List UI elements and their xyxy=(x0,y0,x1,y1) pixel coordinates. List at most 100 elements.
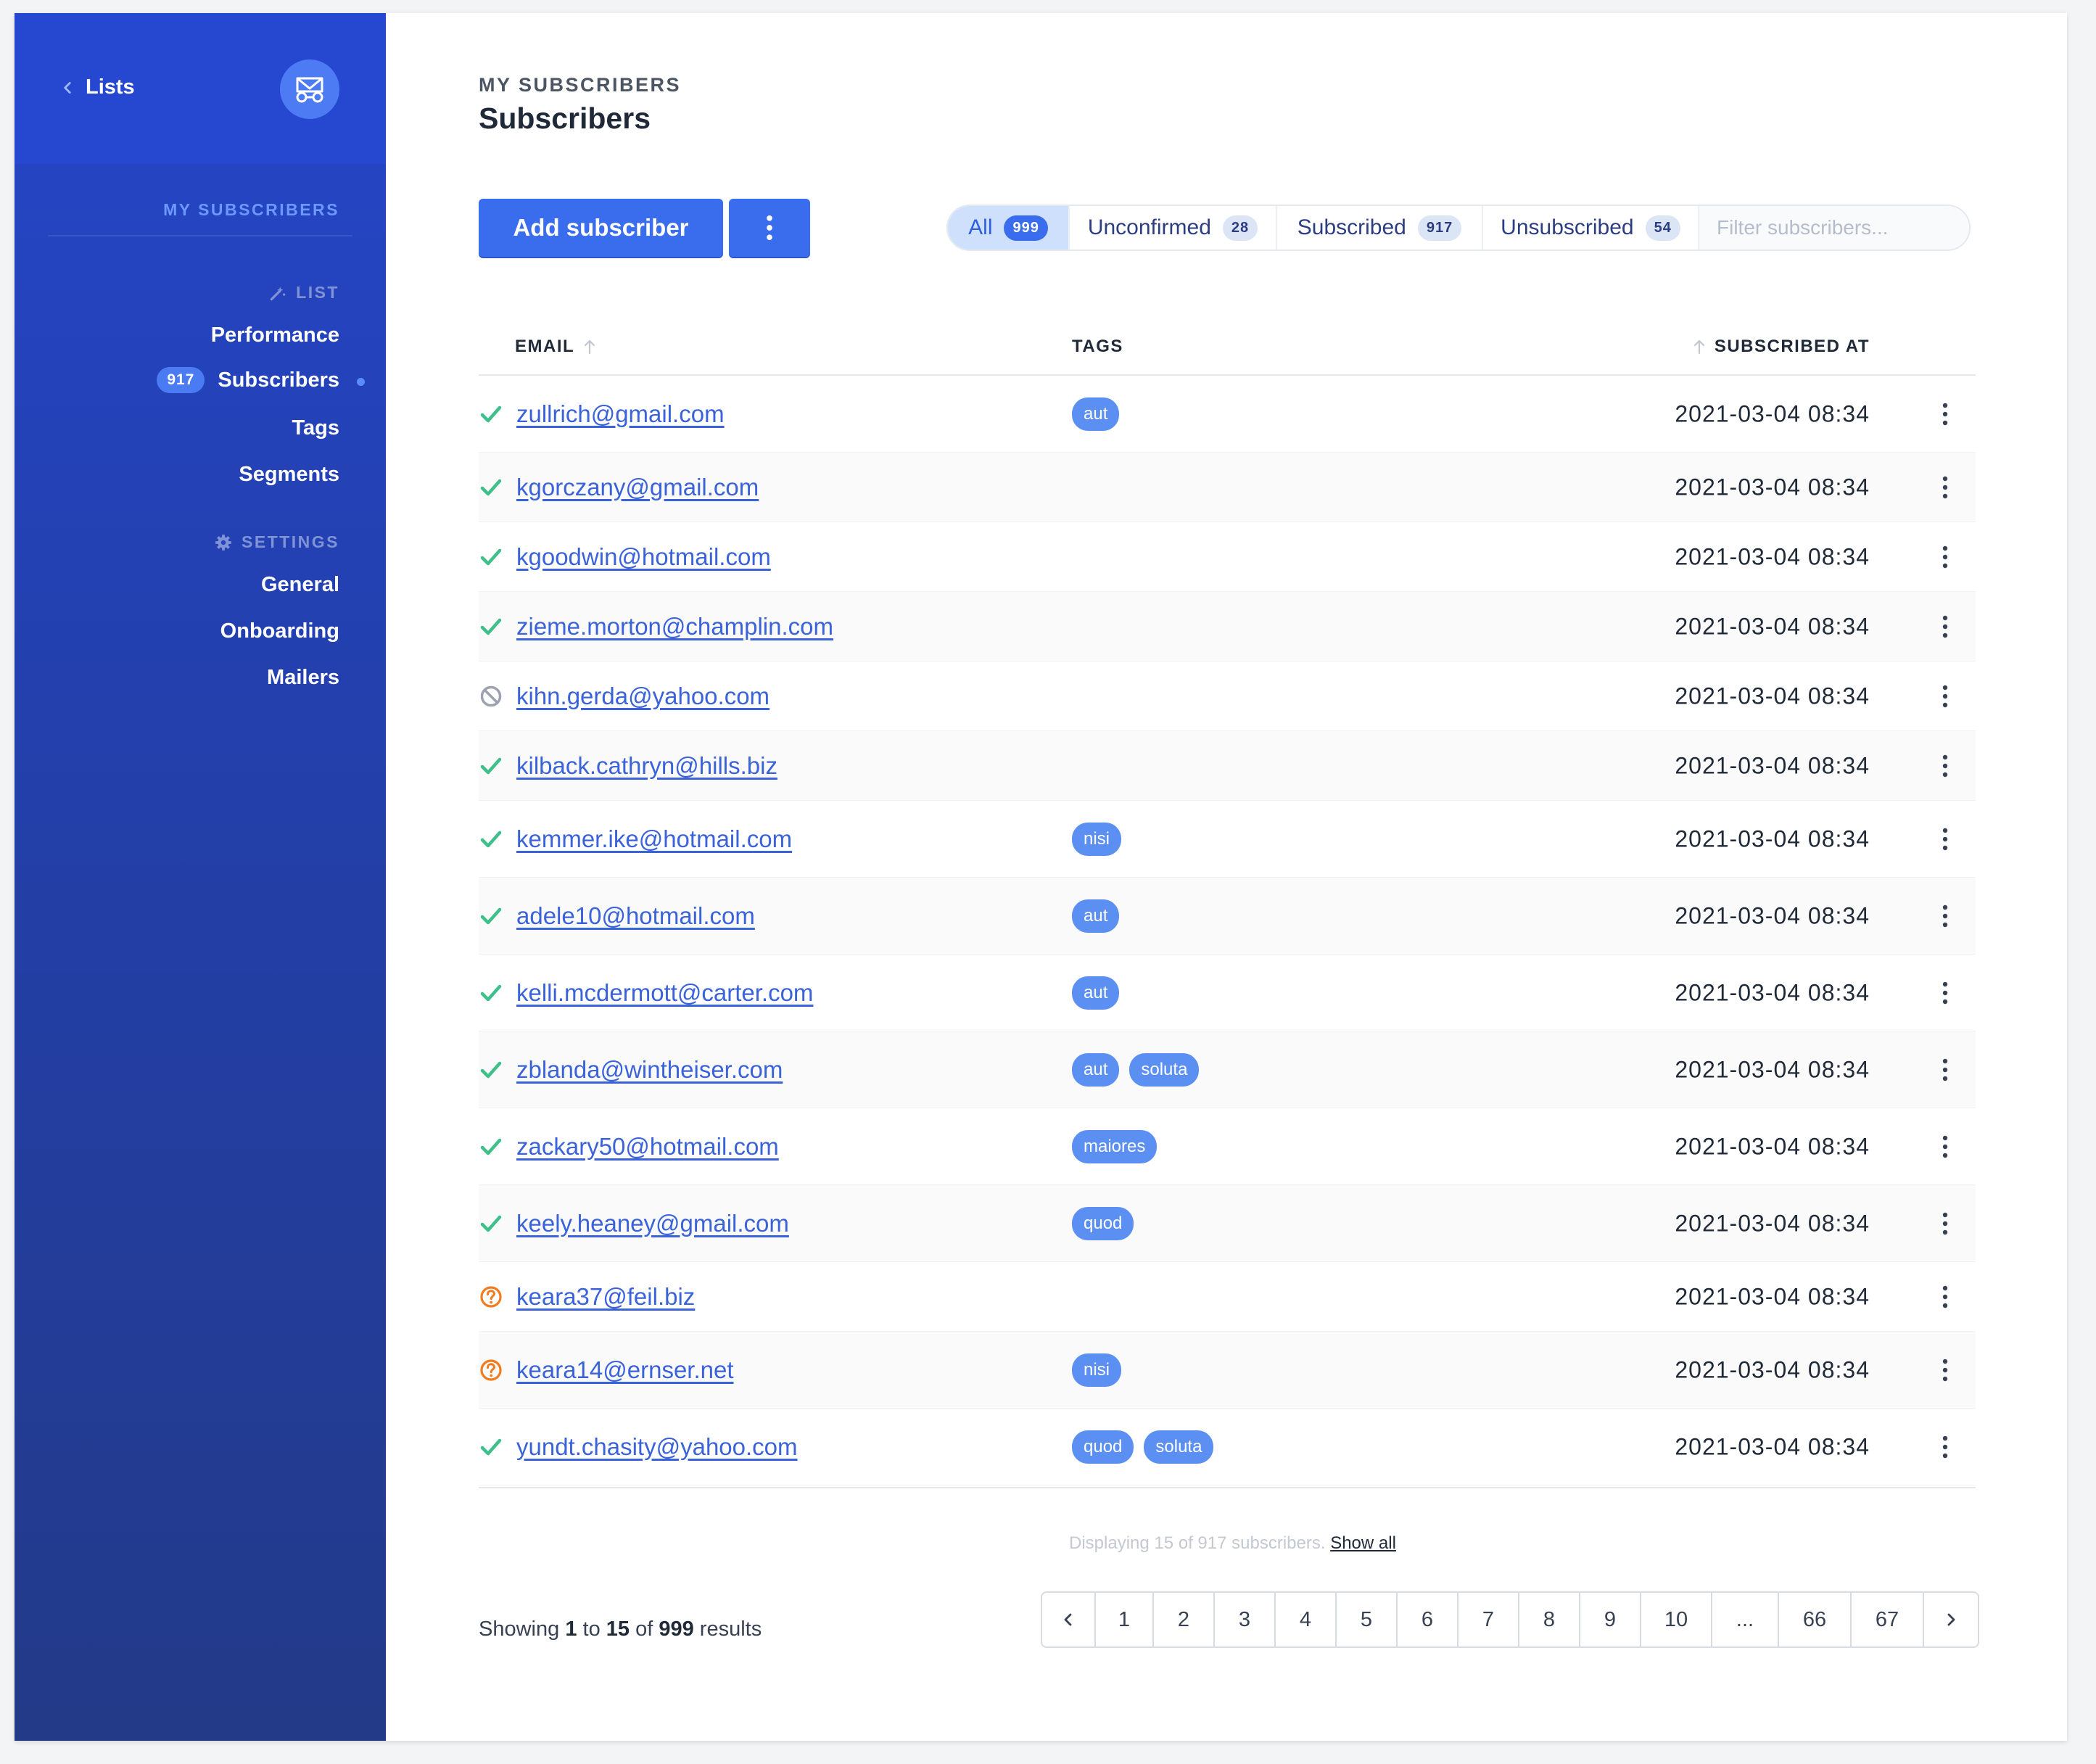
page-button-4[interactable]: 4 xyxy=(1276,1593,1337,1646)
table-row: kilback.cathryn@hills.biz 2021-03-04 08:3… xyxy=(479,731,1976,801)
column-subscribed-at-header[interactable]: SUBSCRIBED AT xyxy=(1691,337,1870,357)
subscriber-email-link[interactable]: kihn.gerda@yahoo.com xyxy=(516,683,770,710)
tag-badge[interactable]: aut xyxy=(1072,397,1120,431)
tag-badge[interactable]: aut xyxy=(1072,976,1120,1010)
vertical-dots-icon xyxy=(1942,981,1949,1005)
sidebar-item-mailers[interactable]: Mailers xyxy=(267,666,339,690)
gear-icon xyxy=(215,534,231,551)
check-icon xyxy=(479,1058,503,1082)
tag-badge[interactable]: aut xyxy=(1072,899,1120,933)
page-button-6[interactable]: 6 xyxy=(1398,1593,1458,1646)
subscriber-email-link[interactable]: zblanda@wintheiser.com xyxy=(516,1056,783,1084)
row-actions-button[interactable] xyxy=(1936,682,1954,711)
check-icon xyxy=(479,1134,503,1159)
row-actions-button[interactable] xyxy=(1936,1433,1954,1462)
tag-badge[interactable]: soluta xyxy=(1144,1430,1214,1464)
page-button-67[interactable]: 67 xyxy=(1852,1593,1924,1646)
tag-list: maiores xyxy=(1072,1129,1158,1163)
subscriber-email-link[interactable]: kelli.mcdermott@carter.com xyxy=(516,979,813,1007)
tag-badge[interactable]: maiores xyxy=(1072,1129,1158,1163)
filter-tab-label: Subscribed xyxy=(1297,215,1406,239)
back-to-lists-link[interactable]: Lists xyxy=(59,75,135,99)
subscriber-email-link[interactable]: zackary50@hotmail.com xyxy=(516,1133,779,1161)
more-actions-button[interactable] xyxy=(729,199,810,257)
page-button-66[interactable]: 66 xyxy=(1779,1593,1852,1646)
page-button-2[interactable]: 2 xyxy=(1154,1593,1215,1646)
subscriber-email-link[interactable]: keara14@ernser.net xyxy=(516,1356,734,1384)
search-box xyxy=(1699,206,1969,250)
subscriber-email-link[interactable]: kilback.cathryn@hills.biz xyxy=(516,752,777,780)
page-button-8[interactable]: 8 xyxy=(1519,1593,1580,1646)
subscriber-email-link[interactable]: zieme.morton@champlin.com xyxy=(516,613,833,640)
row-actions-button[interactable] xyxy=(1936,751,1954,780)
subscribed-at: 2021-03-04 08:34 xyxy=(1675,979,1870,1005)
next-page-button[interactable] xyxy=(1924,1593,1978,1646)
tag-badge[interactable]: soluta xyxy=(1129,1052,1200,1087)
show-all-link[interactable]: Show all xyxy=(1330,1533,1396,1553)
tag-badge[interactable]: quod xyxy=(1072,1206,1134,1240)
row-actions-button[interactable] xyxy=(1936,1132,1954,1161)
filter-tab-all[interactable]: All 999 xyxy=(948,206,1070,250)
sidebar-item-performance[interactable]: Performance xyxy=(211,323,339,347)
ban-icon xyxy=(479,684,503,709)
row-actions-button[interactable] xyxy=(1936,978,1954,1007)
sidebar-item-general[interactable]: General xyxy=(261,573,339,597)
sidebar-divider xyxy=(48,235,352,236)
vertical-dots-icon xyxy=(1942,476,1949,499)
page-button-9[interactable]: 9 xyxy=(1580,1593,1641,1646)
subscriber-email-link[interactable]: keara37@feil.biz xyxy=(516,1283,695,1311)
page-button-3[interactable]: 3 xyxy=(1215,1593,1276,1646)
page-button-7[interactable]: 7 xyxy=(1458,1593,1519,1646)
tag-badge[interactable]: quod xyxy=(1072,1430,1134,1464)
vertical-dots-icon xyxy=(1942,1058,1949,1081)
mailcoach-logo-icon xyxy=(296,77,323,103)
page-button-10[interactable]: 10 xyxy=(1641,1593,1712,1646)
subscriber-email-link[interactable]: adele10@hotmail.com xyxy=(516,902,755,930)
tag-badge[interactable]: nisi xyxy=(1072,822,1122,856)
row-actions-button[interactable] xyxy=(1936,1356,1954,1385)
filter-tab-unsubscribed[interactable]: Unsubscribed 54 xyxy=(1483,206,1699,250)
subscribed-at: 2021-03-04 08:34 xyxy=(1675,752,1870,778)
subscriber-email-link[interactable]: kemmer.ike@hotmail.com xyxy=(516,825,792,853)
page-title: Subscribers xyxy=(479,102,651,135)
subscriber-email-link[interactable]: kgoodwin@hotmail.com xyxy=(516,543,771,571)
add-subscriber-button[interactable]: Add subscriber xyxy=(479,199,723,257)
row-actions-button[interactable] xyxy=(1936,543,1954,572)
sidebar-item-segments[interactable]: Segments xyxy=(239,463,339,487)
vertical-dots-icon xyxy=(1942,754,1949,778)
page-button-1[interactable]: 1 xyxy=(1096,1593,1154,1646)
row-actions-button[interactable] xyxy=(1936,473,1954,502)
sidebar-item-subscribers[interactable]: 917 Subscribers xyxy=(157,367,339,393)
row-actions-button[interactable] xyxy=(1936,1209,1954,1238)
subscriber-email-link[interactable]: keely.heaney@gmail.com xyxy=(516,1210,789,1237)
table-row: zullrich@gmail.com aut 2021-03-04 08:34 xyxy=(479,376,1976,453)
question-circle-icon xyxy=(479,1285,503,1309)
subscribed-at: 2021-03-04 08:34 xyxy=(1675,1356,1870,1382)
tag-list: aut xyxy=(1072,397,1120,431)
row-actions-button[interactable] xyxy=(1936,1055,1954,1084)
search-input[interactable] xyxy=(1717,216,1969,239)
filter-tab-unconfirmed[interactable]: Unconfirmed 28 xyxy=(1070,206,1277,250)
row-actions-button[interactable] xyxy=(1936,400,1954,429)
subscribers-table-body: zullrich@gmail.com aut 2021-03-04 08:34 kgo… xyxy=(479,376,1976,1485)
prev-page-button[interactable] xyxy=(1042,1593,1096,1646)
table-row: kihn.gerda@yahoo.com 2021-03-04 08:34 xyxy=(479,662,1976,731)
row-actions-button[interactable] xyxy=(1936,902,1954,931)
row-actions-button[interactable] xyxy=(1936,1282,1954,1311)
subscriber-email-link[interactable]: zullrich@gmail.com xyxy=(516,400,725,428)
row-actions-button[interactable] xyxy=(1936,825,1954,854)
sidebar-item-tags[interactable]: Tags xyxy=(292,416,339,440)
subscriber-email-link[interactable]: kgorczany@gmail.com xyxy=(516,474,759,501)
subscriber-email-link[interactable]: yundt.chasity@yahoo.com xyxy=(516,1433,798,1461)
tag-badge[interactable]: nisi xyxy=(1072,1353,1122,1387)
app-logo[interactable] xyxy=(280,59,339,119)
tag-badge[interactable]: aut xyxy=(1072,1052,1120,1087)
app-window: Lists My Subscribers List Performance xyxy=(15,13,2067,1741)
page-button-5[interactable]: 5 xyxy=(1337,1593,1398,1646)
filter-tab-label: Unsubscribed xyxy=(1501,215,1634,239)
filter-tab-subscribed[interactable]: Subscribed 917 xyxy=(1277,206,1483,250)
row-actions-button[interactable] xyxy=(1936,612,1954,641)
column-email-header[interactable]: EMAIL xyxy=(515,337,598,357)
page-ellipsis: ... xyxy=(1712,1593,1779,1646)
sidebar-item-onboarding[interactable]: Onboarding xyxy=(220,619,339,643)
